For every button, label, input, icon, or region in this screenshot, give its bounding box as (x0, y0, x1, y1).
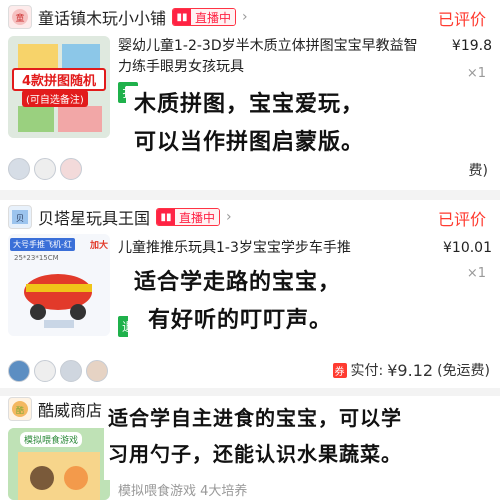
shop-header[interactable]: 贝 贝塔星玩具王国 ▮▮ 直播中 › (8, 204, 232, 230)
overlay-line: 习用勺子，还能认识水果蔬菜。 (108, 442, 402, 466)
review-overlay-2: 适合学走路的宝宝， 有好听的叮叮声。 (128, 264, 428, 354)
chevron-right-icon: › (226, 209, 232, 225)
avatar[interactable] (34, 158, 56, 180)
product-thumbnail[interactable]: 模拟喂食游戏 (8, 428, 110, 500)
svg-text:贝: 贝 (16, 214, 24, 223)
footer-partial-text: 费) (468, 163, 488, 179)
chevron-right-icon: › (242, 9, 248, 25)
paid-note: (免运费) (437, 363, 490, 379)
review-status[interactable]: 已评价 (438, 206, 486, 230)
shop-header[interactable]: 童 童话镇木玩小小铺 ▮▮ 直播中 › (8, 4, 248, 30)
avatar[interactable] (34, 360, 56, 382)
svg-text:酷: 酷 (16, 405, 24, 415)
overlay-line: 适合学走路的宝宝， (134, 270, 342, 295)
shop-header[interactable]: 酷 酷威商店 (8, 396, 102, 422)
live-label: 直播中 (191, 9, 236, 25)
avatar[interactable] (60, 158, 82, 180)
product-thumbnail[interactable]: 4款拼图随机 (可自选备注) (8, 36, 110, 138)
order-card-3[interactable]: 酷 酷威商店 模拟喂食游戏 适合学自主进食的宝宝，可以学 习用勺子，还能认识水果… (0, 396, 500, 500)
thumb-label: 模拟喂食游戏 (20, 432, 83, 447)
product-qty: ×1 (466, 66, 486, 81)
shop-logo: 酷 (8, 397, 32, 421)
product-price: ¥10.01 (443, 240, 492, 256)
thumb-top-right: 加大 (89, 241, 108, 251)
svg-text:童: 童 (15, 12, 24, 24)
shop-name[interactable]: 酷威商店 (38, 397, 102, 421)
card-footer (8, 154, 492, 184)
order-card-1[interactable]: 童 童话镇木玩小小铺 ▮▮ 直播中 › 已评价 4款拼图随机 (可自选备注) 婴… (0, 0, 500, 190)
product-price: ¥19.8 (451, 38, 492, 54)
live-badge[interactable]: ▮▮ 直播中 (172, 8, 237, 26)
product-title-partial[interactable]: 模拟喂食游戏 4大培养 (118, 480, 247, 499)
avatar[interactable] (8, 360, 30, 382)
order-card-2[interactable]: 贝 贝塔星玩具王国 ▮▮ 直播中 › 已评价 大号手推飞机-红 加大 25*23… (0, 200, 500, 388)
overlay-line: 有好听的叮叮声。 (148, 308, 333, 333)
shop-name[interactable]: 贝塔星玩具王国 (38, 205, 150, 229)
review-overlay-3: 适合学自主进食的宝宝，可以学 习用勺子，还能认识水果蔬菜。 (104, 400, 496, 480)
thumb-banner: 4款拼图随机 (12, 68, 106, 91)
shop-logo: 童 (8, 5, 32, 29)
card-separator (0, 388, 500, 396)
review-status[interactable]: 已评价 (438, 6, 486, 30)
overlay-line: 木质拼图，宝宝爱玩， (134, 92, 365, 117)
product-title[interactable]: 儿童推推乐玩具1-3岁宝宝学步车手推 (118, 238, 418, 259)
card-separator (0, 190, 500, 200)
avatar[interactable] (86, 360, 108, 382)
live-icon: ▮▮ (157, 209, 176, 225)
thumb-size: 25*23*15CM (14, 254, 59, 262)
live-icon: ▮▮ (173, 9, 192, 25)
thumb-top-left: 大号手推飞机-红 (10, 238, 75, 251)
product-qty: ×1 (466, 266, 486, 281)
live-label: 直播中 (175, 209, 220, 225)
live-badge[interactable]: ▮▮ 直播中 (156, 208, 221, 226)
avatar[interactable] (60, 360, 82, 382)
shop-name[interactable]: 童话镇木玩小小铺 (38, 5, 166, 29)
product-thumbnail[interactable]: 大号手推飞机-红 加大 25*23*15CM (8, 234, 110, 336)
paid-label: 实付: (350, 363, 384, 379)
product-title[interactable]: 婴幼儿童1-2-3D岁半木质立体拼图宝宝早教益智力练手眼男女孩玩具 (118, 36, 418, 78)
coupon-icon: 券 (332, 362, 347, 378)
thumb-note: (可自选备注) (22, 90, 88, 107)
avatar[interactable] (8, 158, 30, 180)
shop-logo: 贝 (8, 205, 32, 229)
overlay-line: 适合学自主进食的宝宝，可以学 (108, 406, 402, 430)
paid-amount: ¥9.12 (387, 360, 434, 380)
paid-amount-row: 券 实付: ¥9.12 (免运费) (332, 360, 490, 380)
